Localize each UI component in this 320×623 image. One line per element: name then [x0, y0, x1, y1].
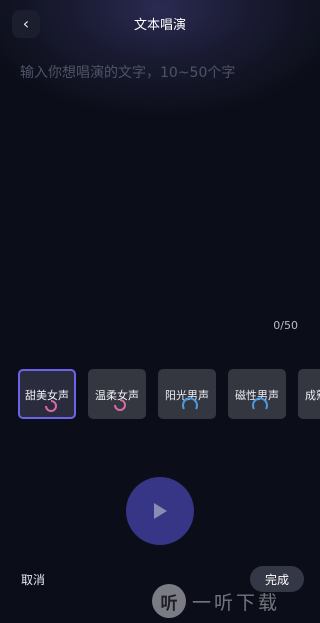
voice-option-sunny-male[interactable]: 阳光男声 [158, 369, 216, 419]
lyrics-input[interactable] [20, 62, 310, 302]
voice-option-mature-male[interactable]: 成熟男声 [298, 369, 320, 419]
male-voice-icon [251, 396, 269, 414]
watermark: 听 一听下载 [152, 584, 280, 618]
voice-option-gentle-female[interactable]: 温柔女声 [88, 369, 146, 419]
voice-option-sweet-female[interactable]: 甜美女声 [18, 369, 76, 419]
female-voice-icon [42, 397, 60, 415]
watermark-logo: 听 [152, 584, 186, 618]
voice-option-magnetic-male[interactable]: 磁性男声 [228, 369, 286, 419]
page-title: 文本唱演 [133, 18, 186, 33]
character-counter: 0/50 [273, 319, 298, 332]
play-button[interactable] [126, 477, 194, 545]
cancel-button[interactable]: 取消 [21, 571, 45, 588]
male-voice-icon [181, 396, 199, 414]
female-voice-icon [111, 396, 129, 414]
watermark-text: 一听下载 [192, 591, 281, 614]
voice-selector[interactable]: 甜美女声 温柔女声 阳光男声 磁性男声 成熟男声 [18, 369, 320, 421]
voice-option-label: 成熟男声 [305, 389, 320, 402]
voice-list: 甜美女声 温柔女声 阳光男声 磁性男声 成熟男声 [18, 369, 320, 419]
play-icon [154, 503, 167, 519]
